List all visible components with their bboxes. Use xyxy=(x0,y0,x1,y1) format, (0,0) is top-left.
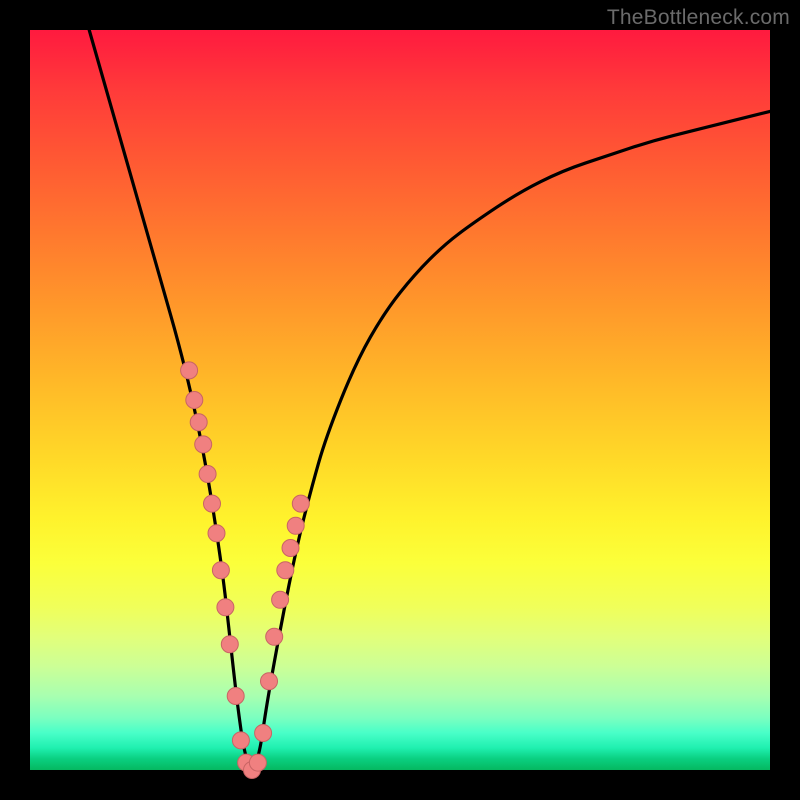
highlight-point xyxy=(208,525,225,542)
highlight-point xyxy=(212,562,229,579)
highlight-point xyxy=(186,392,203,409)
highlight-point xyxy=(190,414,207,431)
highlight-point xyxy=(181,362,198,379)
highlight-point xyxy=(227,688,244,705)
chart-svg xyxy=(30,30,770,770)
highlight-point xyxy=(217,599,234,616)
highlight-point xyxy=(277,562,294,579)
highlight-point xyxy=(261,673,278,690)
highlight-point xyxy=(221,636,238,653)
highlight-point xyxy=(199,466,216,483)
highlight-point xyxy=(282,540,299,557)
chart-plot-area xyxy=(30,30,770,770)
highlight-point xyxy=(232,732,249,749)
highlight-point xyxy=(292,495,309,512)
highlight-point xyxy=(266,628,283,645)
highlight-point xyxy=(255,725,272,742)
highlight-point xyxy=(272,591,289,608)
watermark-text: TheBottleneck.com xyxy=(607,6,790,30)
highlight-points-layer xyxy=(181,362,310,779)
highlight-point xyxy=(287,517,304,534)
chart-frame: TheBottleneck.com xyxy=(0,0,800,800)
highlight-point xyxy=(195,436,212,453)
highlight-point xyxy=(204,495,221,512)
highlight-point xyxy=(249,754,266,771)
